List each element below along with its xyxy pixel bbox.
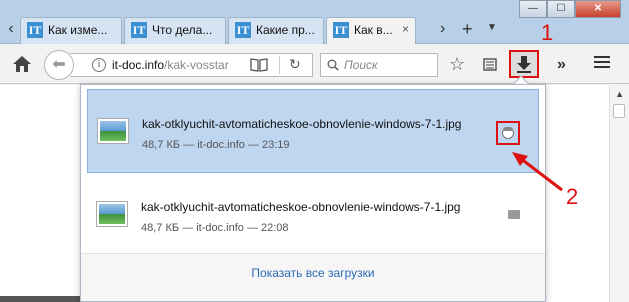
annotation-arrow-icon: [512, 152, 563, 192]
